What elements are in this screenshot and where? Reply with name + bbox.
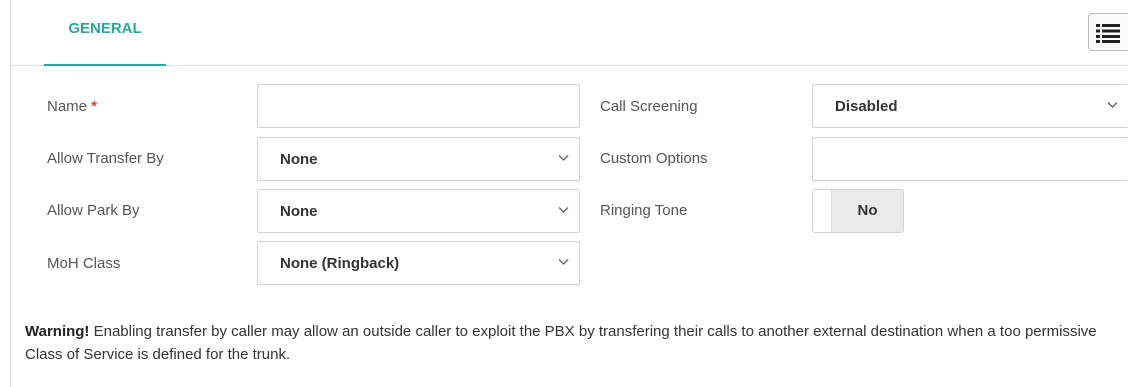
ringing-tone-value: No bbox=[832, 190, 903, 232]
allow-transfer-by-value: None bbox=[280, 151, 318, 168]
list-icon bbox=[1096, 24, 1120, 43]
allow-transfer-by-label: Allow Transfer By bbox=[47, 150, 164, 167]
toggle-knob bbox=[813, 190, 832, 232]
transfer-warning: Warning! Enabling transfer by caller may… bbox=[25, 320, 1105, 366]
custom-options-input[interactable] bbox=[812, 137, 1128, 181]
list-view-button[interactable] bbox=[1088, 13, 1128, 51]
chevron-down-icon bbox=[558, 155, 569, 161]
call-screening-label: Call Screening bbox=[600, 98, 698, 115]
chevron-down-icon bbox=[558, 259, 569, 265]
name-input[interactable] bbox=[257, 84, 580, 128]
allow-park-by-select[interactable]: None bbox=[257, 189, 580, 233]
allow-park-by-value: None bbox=[280, 203, 318, 220]
ringing-tone-toggle[interactable]: No bbox=[812, 189, 904, 233]
call-screening-value: Disabled bbox=[835, 98, 898, 115]
chevron-down-icon bbox=[558, 207, 569, 213]
moh-class-label: MoH Class bbox=[47, 255, 121, 272]
call-screening-select[interactable]: Disabled bbox=[812, 84, 1128, 128]
custom-options-label: Custom Options bbox=[600, 150, 708, 167]
required-mark: * bbox=[91, 98, 98, 115]
name-label-text: Name bbox=[47, 98, 88, 115]
ringing-tone-label: Ringing Tone bbox=[600, 202, 688, 219]
warning-text: Enabling transfer by caller may allow an… bbox=[25, 323, 1097, 363]
name-label: Name * bbox=[47, 98, 97, 115]
moh-class-select[interactable]: None (Ringback) bbox=[257, 241, 580, 285]
allow-park-by-label: Allow Park By bbox=[47, 202, 140, 219]
warning-title: Warning! bbox=[25, 323, 90, 340]
allow-transfer-by-select[interactable]: None bbox=[257, 137, 580, 181]
tab-bar: GENERAL bbox=[11, 0, 1128, 66]
chevron-down-icon bbox=[1107, 102, 1118, 108]
moh-class-value: None (Ringback) bbox=[280, 255, 400, 272]
tab-general[interactable]: GENERAL bbox=[44, 0, 166, 66]
